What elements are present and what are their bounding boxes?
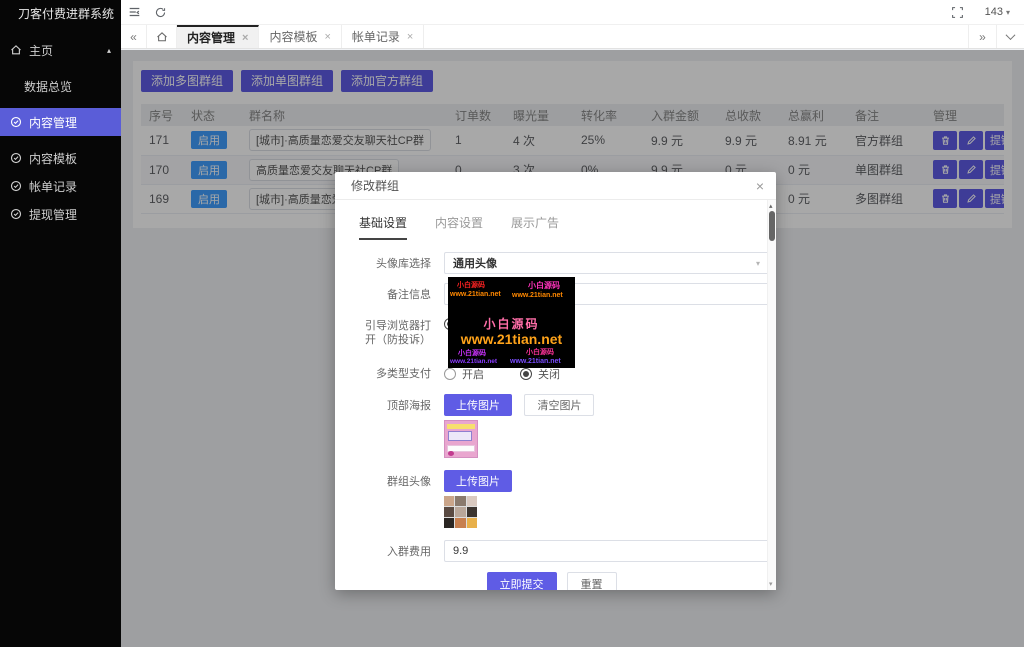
watermark-text: www.21tian.net xyxy=(450,291,501,298)
modal-title: 修改群组 xyxy=(351,177,399,194)
watermark-text: 小白源码 xyxy=(458,350,486,357)
zoom-level-value: 143 xyxy=(985,6,1003,18)
topbar: 143 ▾ xyxy=(121,0,1024,25)
modal-header: 修改群组 × xyxy=(335,172,776,200)
sidebar-item-content-manage[interactable]: 内容管理 xyxy=(0,108,121,136)
sidebar-item-home[interactable]: 主页 ▴ xyxy=(0,36,121,64)
scroll-up-icon[interactable]: ▴ xyxy=(769,202,773,210)
home-icon xyxy=(10,44,22,56)
watermark-text: www.21tian.net xyxy=(512,292,563,299)
zoom-level-dropdown[interactable]: 143 ▾ xyxy=(985,6,1010,18)
check-circle-icon xyxy=(10,208,22,220)
watermark-text: 小白源码 xyxy=(483,318,539,330)
sidebar-item-label: 主页 xyxy=(29,42,53,59)
edit-group-modal: 修改群组 × 基础设置 内容设置 展示广告 头像库选择 通用头像 ▾ xyxy=(335,172,776,590)
sidebar-item-data-overview[interactable]: 数据总览 xyxy=(0,72,121,100)
submit-button[interactable]: 立即提交 xyxy=(487,572,557,590)
upload-avatar-button[interactable]: 上传图片 xyxy=(444,470,512,492)
tab-content-manage[interactable]: 内容管理 × xyxy=(177,25,259,48)
clear-poster-button[interactable]: 清空图片 xyxy=(524,394,594,416)
sidebar-item-bill-record[interactable]: 帐单记录 xyxy=(0,172,121,200)
avatar-lib-select[interactable]: 通用头像 ▾ xyxy=(444,252,769,274)
caret-up-icon[interactable]: ▴ xyxy=(107,46,111,55)
tabbar-right: » xyxy=(968,25,1024,48)
multi-pay-label: 多类型支付 xyxy=(359,362,431,381)
modal-tab-basic[interactable]: 基础设置 xyxy=(359,214,407,240)
tab-bill-record[interactable]: 帐单记录 × xyxy=(342,25,424,48)
sidebar-item-label: 内容模板 xyxy=(29,150,77,167)
modal-footer: 立即提交 重置 xyxy=(359,572,744,590)
sidebar-item-withdraw-manage[interactable]: 提现管理 xyxy=(0,200,121,228)
join-fee-input[interactable] xyxy=(444,540,769,562)
note-label: 备注信息 xyxy=(359,283,431,302)
upload-poster-button[interactable]: 上传图片 xyxy=(444,394,512,416)
modal-tab-content[interactable]: 内容设置 xyxy=(435,214,483,240)
home-icon xyxy=(156,31,168,43)
tabs-scroll-left-icon[interactable]: « xyxy=(121,25,147,48)
refresh-icon[interactable] xyxy=(147,0,173,24)
watermark-image: 小白源码 www.21tian.net 小白源码 www.21tian.net … xyxy=(448,277,575,368)
sidebar-item-label: 提现管理 xyxy=(29,206,77,223)
check-circle-icon xyxy=(10,152,22,164)
sidebar-item-label: 内容管理 xyxy=(29,114,77,131)
tabs-menu-icon[interactable] xyxy=(996,25,1024,48)
watermark-text: www.21tian.net xyxy=(461,332,562,346)
watermark-text: 小白源码 xyxy=(526,349,554,356)
pay-off-label: 关闭 xyxy=(538,366,560,382)
avatar-lib-label: 头像库选择 xyxy=(359,252,431,271)
caret-down-icon: ▾ xyxy=(756,259,760,268)
modal-tabs: 基础设置 内容设置 展示广告 xyxy=(359,214,744,240)
fullscreen-icon[interactable] xyxy=(945,0,971,24)
watermark-text: www.21tian.net xyxy=(450,359,497,366)
join-fee-label: 入群费用 xyxy=(359,540,431,559)
close-icon[interactable]: × xyxy=(324,31,330,43)
close-icon[interactable]: × xyxy=(756,179,764,193)
watermark-text: www.21tian.net xyxy=(510,358,561,365)
sidebar-item-content-template[interactable]: 内容模板 xyxy=(0,144,121,172)
sidebar-item-label: 帐单记录 xyxy=(29,178,77,195)
check-circle-icon xyxy=(10,180,22,192)
sidebar-item-label: 数据总览 xyxy=(24,78,72,95)
group-avatar-thumbnail xyxy=(444,496,477,528)
scroll-down-icon[interactable]: ▾ xyxy=(769,580,773,588)
menu-fold-icon[interactable] xyxy=(121,0,147,24)
tabs-scroll-right-icon[interactable]: » xyxy=(968,25,996,48)
tab-home[interactable] xyxy=(147,25,177,48)
app-window: 刀客付费进群系统 主页 ▴ 数据总览 内容管理 内容模板 xyxy=(0,0,1024,647)
watermark-text: 小白源码 xyxy=(528,282,560,290)
app-title: 刀客付费进群系统 xyxy=(0,0,121,28)
sidebar: 刀客付费进群系统 主页 ▴ 数据总览 内容管理 内容模板 xyxy=(0,0,121,647)
check-circle-icon xyxy=(10,116,22,128)
pay-on-radio[interactable] xyxy=(444,368,456,380)
tab-label: 帐单记录 xyxy=(352,28,400,45)
modal-tab-ads[interactable]: 展示广告 xyxy=(511,214,559,240)
group-avatar-label: 群组头像 xyxy=(359,470,431,489)
close-icon[interactable]: × xyxy=(242,32,248,44)
caret-down-icon: ▾ xyxy=(1006,8,1010,17)
poster-thumbnail xyxy=(444,420,478,458)
tab-label: 内容管理 xyxy=(187,29,235,46)
tabbar: « 内容管理 × 内容模板 × 帐单记录 × » xyxy=(121,25,1024,49)
scrollbar-thumb[interactable] xyxy=(769,211,775,241)
tab-content-template[interactable]: 内容模板 × xyxy=(259,25,341,48)
reset-button[interactable]: 重置 xyxy=(567,572,617,590)
close-icon[interactable]: × xyxy=(407,31,413,43)
watermark-text: 小白源码 xyxy=(457,282,485,289)
modal-body: 基础设置 内容设置 展示广告 头像库选择 通用头像 ▾ 备注信息 xyxy=(335,200,776,590)
pay-on-label: 开启 xyxy=(462,366,484,382)
topbar-right: 143 ▾ xyxy=(945,0,1024,24)
modal-scrollbar[interactable]: ▴ ▾ xyxy=(767,200,776,590)
tab-label: 内容模板 xyxy=(269,28,317,45)
avatar-lib-value: 通用头像 xyxy=(453,255,497,271)
pay-off-radio[interactable] xyxy=(520,368,532,380)
browser-open-label: 引导浏览器打开（防投诉） xyxy=(359,314,431,347)
top-poster-label: 顶部海报 xyxy=(359,394,431,413)
